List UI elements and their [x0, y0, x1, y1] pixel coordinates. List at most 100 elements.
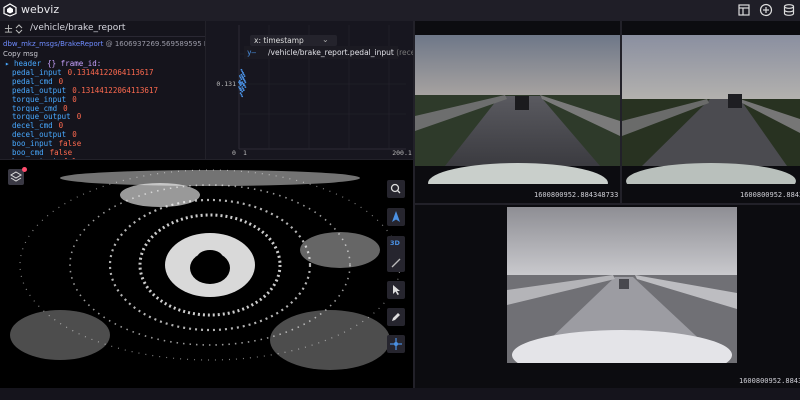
- data-point: [240, 93, 243, 96]
- chevron-down-icon: ⌄: [322, 35, 329, 44]
- point-cloud-view[interactable]: [0, 160, 413, 388]
- data-point: [242, 72, 244, 74]
- datatype-link[interactable]: dbw_mkz_msgs/BrakeReport: [3, 40, 103, 48]
- camera-panel-bottom[interactable]: 1600800952.88434873: [415, 205, 800, 388]
- field-value: 0: [76, 112, 82, 122]
- search-button[interactable]: [387, 180, 405, 198]
- x-axis-selector[interactable]: x: timestamp ⌄: [250, 35, 337, 46]
- field-key: decel_cmd: [12, 121, 53, 131]
- field-value: 0: [63, 103, 68, 113]
- data-point: [243, 75, 246, 77]
- field-key: pedal_input: [12, 67, 62, 77]
- camera-image-bottom: [507, 207, 737, 388]
- field-value: false: [49, 148, 73, 158]
- data-point: [239, 76, 242, 79]
- field-value: 0: [58, 76, 64, 86]
- data-point: [239, 81, 242, 84]
- sort-icon[interactable]: [15, 24, 23, 34]
- field-value: 0.13144122064113617: [72, 85, 158, 95]
- data-point: [243, 84, 246, 87]
- expand-all-icon[interactable]: [4, 24, 13, 33]
- raw-messages-panel: /vehicle/brake_report dbw_mkz_msgs/Brake…: [0, 21, 205, 159]
- data-point: [238, 79, 241, 82]
- database-icon[interactable]: [782, 3, 796, 17]
- webviz-logo-icon: [3, 3, 17, 17]
- y-tick-label: 0.131: [216, 80, 236, 88]
- follow-button[interactable]: [387, 208, 405, 226]
- data-point: [239, 92, 242, 95]
- field-key: torque_output: [12, 112, 71, 122]
- data-point: [241, 81, 244, 84]
- select-button[interactable]: [387, 281, 405, 299]
- panel-divider[interactable]: [205, 21, 206, 160]
- field-value: 0.13144122064113617: [67, 67, 154, 77]
- data-point: [244, 86, 247, 88]
- data-point: [238, 86, 240, 88]
- field-key: decel_output: [12, 130, 67, 140]
- series-path: /vehicle/brake_report.pedal_input (recei: [268, 48, 413, 57]
- series-legend[interactable]: y— /vehicle/brake_report.pedal_input (re…: [244, 46, 413, 59]
- topic-input[interactable]: /vehicle/brake_report: [30, 23, 125, 33]
- field-key: torque_cmd: [12, 103, 58, 113]
- field-value: 0: [58, 121, 64, 131]
- app-title: webviz: [21, 3, 60, 16]
- data-point: [243, 79, 246, 82]
- camera-image-right: [622, 21, 800, 203]
- view-mode-group: 3D: [387, 236, 405, 272]
- camera-panel-right[interactable]: 1600800952.88434891: [622, 21, 800, 203]
- field-value: false: [58, 139, 82, 149]
- data-point: [242, 83, 245, 85]
- camera-panel-left[interactable]: 1600800952.884348733: [415, 21, 620, 203]
- layers-button[interactable]: [8, 169, 24, 185]
- navigation-arrow-icon: [392, 211, 400, 222]
- data-point: [244, 81, 247, 84]
- field-key: boo_cmd: [12, 148, 44, 158]
- data-point: [242, 78, 245, 80]
- data-point: [240, 73, 243, 76]
- data-point: [240, 68, 243, 71]
- data-point: [239, 87, 242, 90]
- move-button[interactable]: [387, 335, 405, 353]
- copy-msg-button[interactable]: Copy msg: [3, 50, 38, 58]
- camera-timestamp: 1600800952.88434873: [739, 377, 800, 385]
- 3d-toggle-button[interactable]: 3D: [390, 239, 400, 247]
- data-point: [240, 89, 243, 91]
- pencil-icon: [392, 313, 400, 321]
- data-point: [238, 75, 241, 77]
- data-point: [241, 95, 244, 98]
- receive-time: @ 1606937269.569589595 ROS: [105, 40, 205, 48]
- search-icon: [390, 183, 401, 194]
- add-panel-icon[interactable]: [759, 3, 773, 17]
- data-point: [242, 73, 245, 76]
- camera-timestamp: 1600800952.88434891: [740, 191, 800, 199]
- layers-icon: [10, 171, 22, 182]
- draw-button[interactable]: [387, 308, 405, 326]
- 3d-panel[interactable]: 3D: [0, 160, 413, 388]
- camera-timestamp: 1600800952.884348733: [534, 191, 619, 199]
- data-point: [240, 78, 243, 81]
- data-point: [240, 83, 243, 85]
- playback-bar[interactable]: [0, 388, 800, 400]
- data-point: [242, 87, 244, 90]
- data-point: [241, 90, 244, 93]
- notification-dot: [22, 167, 27, 172]
- move-icon: [390, 338, 402, 350]
- x-tick-label: 0: [232, 149, 236, 157]
- message-tree: ▸ header {} frame_id: pedal_input 0.1314412…: [5, 59, 158, 159]
- title-bar: webviz: [0, 0, 800, 21]
- data-point: [242, 89, 245, 92]
- field-key: pedal_output: [12, 85, 67, 95]
- field-key: torque_input: [12, 94, 67, 104]
- data-point: [241, 86, 244, 88]
- layout-icon[interactable]: [737, 3, 751, 17]
- field-value: 0: [72, 94, 77, 104]
- x-tick-label: 1: [243, 149, 247, 157]
- camera-image-left: [415, 21, 620, 203]
- plot-panel: 0.131 0 1 200.1 x: timestamp ⌄ y— /vehic…: [206, 21, 413, 159]
- field-value: 0: [72, 130, 77, 140]
- field-key: boo_input: [12, 139, 53, 149]
- ruler-icon[interactable]: [387, 254, 405, 272]
- field-key: ▸ header: [5, 59, 42, 68]
- raw-messages-toolbar: /vehicle/brake_report: [0, 21, 205, 37]
- x-tick-label: 200.1: [392, 149, 412, 157]
